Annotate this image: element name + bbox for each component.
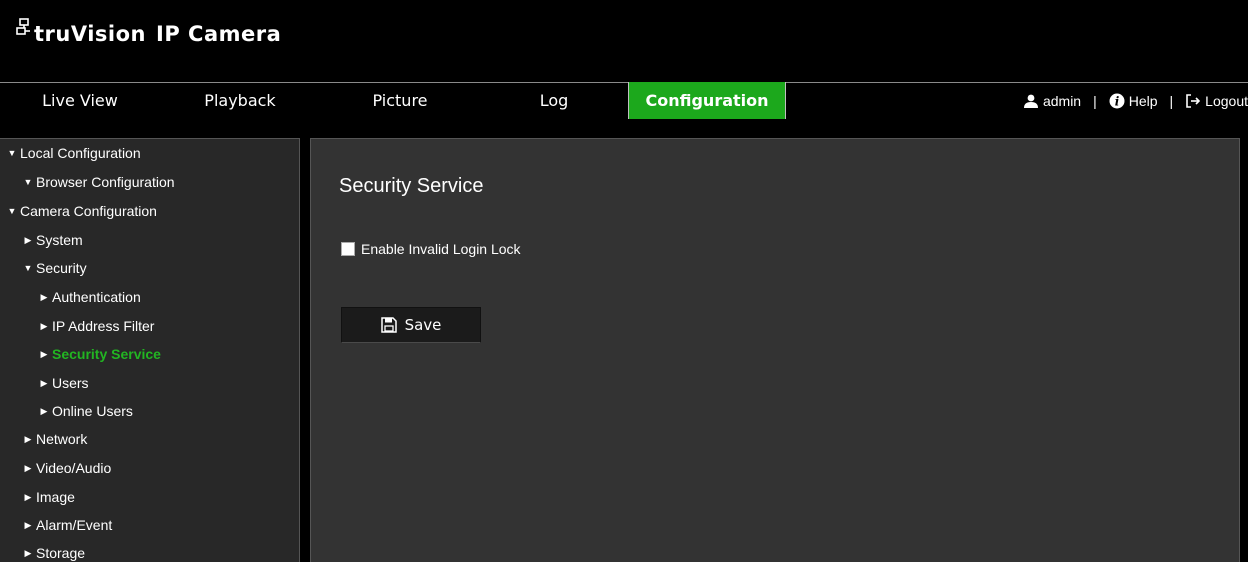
tree-label: Image bbox=[36, 489, 75, 505]
user-menu[interactable]: admin bbox=[1023, 93, 1081, 109]
tree-label: IP Address Filter bbox=[52, 318, 155, 334]
tree-label: Users bbox=[52, 375, 89, 391]
floppy-disk-icon bbox=[380, 317, 397, 333]
triangle-down-icon: ▼ bbox=[23, 263, 33, 273]
tab-log[interactable]: Log bbox=[480, 83, 628, 118]
tree-system[interactable]: ▶ System bbox=[22, 232, 83, 248]
tree-label: Storage bbox=[36, 545, 86, 561]
tree-ip-address-filter[interactable]: ▶ IP Address Filter bbox=[38, 318, 155, 334]
tree-camera-configuration[interactable]: ▼ Camera Configuration bbox=[6, 203, 157, 219]
triangle-right-icon: ▶ bbox=[24, 234, 32, 245]
page-title: Security Service bbox=[339, 175, 484, 197]
tree-local-configuration[interactable]: ▼ Local Configuration bbox=[6, 145, 141, 161]
checkbox-label: Enable Invalid Login Lock bbox=[361, 241, 521, 257]
brand-name: truVision bbox=[34, 22, 147, 46]
logo-text: truVision IP Camera bbox=[34, 20, 281, 48]
tree-storage[interactable]: ▶ Storage bbox=[22, 545, 86, 561]
triangle-right-icon: ▶ bbox=[24, 433, 32, 444]
tree-label: Security Service bbox=[52, 346, 161, 362]
tree-users[interactable]: ▶ Users bbox=[38, 375, 89, 391]
tree-label: Alarm/Event bbox=[36, 517, 113, 533]
tree-label: Security bbox=[36, 260, 87, 276]
logo: truVision IP Camera bbox=[16, 18, 281, 48]
tree-label: Network bbox=[36, 431, 88, 447]
svg-text:i: i bbox=[1114, 94, 1119, 108]
tree-label: Authentication bbox=[52, 289, 141, 305]
tree-authentication[interactable]: ▶ Authentication bbox=[38, 289, 141, 305]
tree-label: Camera Configuration bbox=[20, 203, 157, 219]
triangle-right-icon: ▶ bbox=[40, 377, 48, 388]
tree-alarm-event[interactable]: ▶ Alarm/Event bbox=[22, 517, 113, 533]
tree-security[interactable]: ▼ Security bbox=[22, 260, 87, 276]
invalid-login-lock-checkbox[interactable] bbox=[341, 242, 355, 256]
username: admin bbox=[1042, 92, 1082, 109]
user-toolbar: admin | i Help | Logout bbox=[1023, 83, 1248, 118]
tab-live-view[interactable]: Live View bbox=[0, 83, 160, 118]
tree-video-audio[interactable]: ▶ Video/Audio bbox=[22, 460, 112, 476]
triangle-down-icon: ▼ bbox=[7, 148, 17, 158]
triangle-right-icon: ▶ bbox=[24, 491, 32, 502]
tab-playback[interactable]: Playback bbox=[160, 83, 320, 118]
triangle-down-icon: ▼ bbox=[7, 206, 17, 216]
help-label: Help bbox=[1128, 92, 1158, 109]
save-button[interactable]: Save bbox=[341, 307, 481, 343]
tree-label: Online Users bbox=[52, 403, 133, 419]
user-icon bbox=[1023, 94, 1038, 108]
help-icon: i bbox=[1109, 93, 1125, 108]
triangle-right-icon: ▶ bbox=[24, 462, 32, 473]
tree-label: Local Configuration bbox=[20, 145, 141, 161]
triangle-right-icon: ▶ bbox=[24, 519, 32, 530]
config-sidebar: ▼ Local Configuration ▼ Browser Configurat… bbox=[0, 138, 300, 562]
tree-security-service[interactable]: ▶ Security Service bbox=[38, 346, 161, 362]
product-name: IP Camera bbox=[156, 22, 282, 46]
content-panel: Security Service Enable Invalid Login Lo… bbox=[310, 138, 1240, 562]
tree-label: Browser Configuration bbox=[36, 174, 175, 190]
tree-online-users[interactable]: ▶ Online Users bbox=[38, 403, 133, 419]
tab-picture[interactable]: Picture bbox=[320, 83, 480, 118]
separator: | bbox=[1093, 92, 1097, 109]
help-link[interactable]: i Help bbox=[1109, 93, 1158, 109]
logout-label: Logout bbox=[1205, 92, 1248, 109]
triangle-down-icon: ▼ bbox=[23, 177, 33, 187]
invalid-login-lock-option: Enable Invalid Login Lock bbox=[341, 241, 521, 257]
save-label: Save bbox=[404, 316, 442, 334]
tree-label: Video/Audio bbox=[36, 460, 112, 476]
network-logo-icon bbox=[16, 18, 30, 35]
triangle-right-icon: ▶ bbox=[24, 547, 32, 558]
triangle-right-icon: ▶ bbox=[40, 405, 48, 416]
tree-image[interactable]: ▶ Image bbox=[22, 489, 75, 505]
logout-link[interactable]: Logout bbox=[1185, 93, 1248, 109]
triangle-right-icon: ▶ bbox=[40, 291, 48, 302]
app-header: truVision IP Camera bbox=[0, 0, 1248, 82]
logout-icon bbox=[1186, 93, 1201, 108]
top-nav: Live View Playback Picture Log Configura… bbox=[0, 82, 1248, 119]
separator: | bbox=[1169, 92, 1174, 109]
tree-browser-configuration[interactable]: ▼ Browser Configuration bbox=[22, 174, 175, 190]
tree-network[interactable]: ▶ Network bbox=[22, 431, 88, 447]
tab-configuration[interactable]: Configuration bbox=[628, 82, 786, 119]
triangle-right-icon: ▶ bbox=[40, 348, 48, 359]
triangle-right-icon: ▶ bbox=[40, 320, 48, 331]
tree-label: System bbox=[36, 232, 83, 248]
